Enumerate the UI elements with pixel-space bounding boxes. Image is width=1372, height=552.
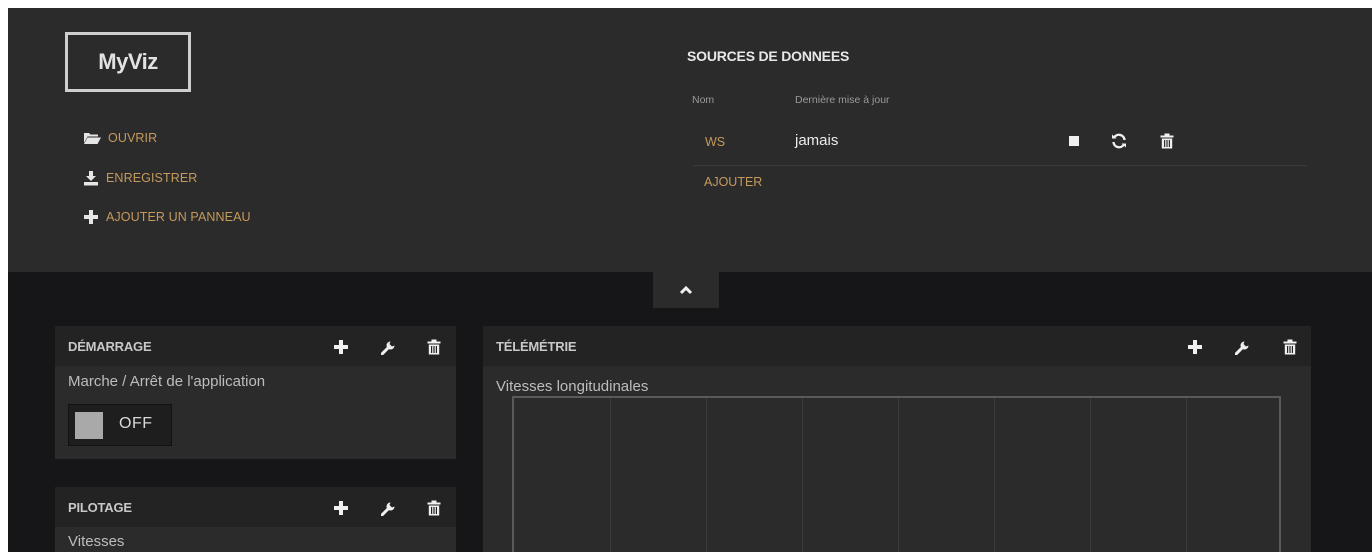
- grid-line: [994, 398, 995, 552]
- add-datasource-button[interactable]: AJOUTER: [704, 175, 762, 189]
- delete-panel-button[interactable]: [425, 499, 443, 517]
- panel-header: TÉLÉMÉTRIE: [483, 326, 1311, 366]
- save-button[interactable]: ENREGISTRER: [83, 169, 197, 187]
- wrench-icon: [1235, 341, 1249, 355]
- folder-open-icon: [84, 133, 101, 144]
- widget-title: Vitesses longitudinales: [496, 378, 649, 395]
- grid-line: [610, 398, 611, 552]
- panel-title: DÉMARRAGE: [68, 339, 152, 354]
- col-update-header: Dernière mise à jour: [795, 94, 890, 106]
- delete-panel-button[interactable]: [1281, 338, 1299, 356]
- wrench-icon: [381, 341, 395, 355]
- grid-line: [802, 398, 803, 552]
- panel-title: PILOTAGE: [68, 500, 132, 515]
- widget-title: Vitesses: [68, 533, 125, 550]
- download-icon: [84, 170, 98, 185]
- add-panel-label: AJOUTER UN PANNEAU: [106, 210, 251, 224]
- trash-icon: [427, 500, 441, 516]
- delete-panel-button[interactable]: [425, 338, 443, 356]
- plus-icon: [334, 501, 348, 515]
- logo: MyViz: [65, 32, 191, 92]
- chevron-up-icon: [679, 285, 693, 295]
- trash-icon[interactable]: [1158, 132, 1176, 150]
- app-toggle-switch[interactable]: OFF: [68, 404, 172, 446]
- panel-settings-button[interactable]: [1234, 338, 1252, 356]
- panel-settings-button[interactable]: [380, 338, 398, 356]
- grid-line: [1186, 398, 1187, 552]
- widget-title: Marche / Arrêt de l'application: [68, 373, 266, 390]
- switch-state-label: OFF: [119, 415, 153, 432]
- stop-icon[interactable]: [1065, 132, 1083, 150]
- panel-settings-button[interactable]: [380, 499, 398, 517]
- add-widget-button[interactable]: [1186, 338, 1204, 356]
- add-widget-button[interactable]: [332, 499, 350, 517]
- panel-title: TÉLÉMÉTRIE: [496, 339, 577, 354]
- grid-line: [706, 398, 707, 552]
- wrench-icon: [381, 502, 395, 516]
- panel-header: DÉMARRAGE: [55, 326, 456, 366]
- datasources-title: SOURCES DE DONNEES: [687, 48, 850, 64]
- app-window: MyViz OUVRIR ENREGISTRER AJOUTER UN PANN…: [8, 8, 1372, 552]
- trash-icon: [427, 339, 441, 355]
- grid-line: [898, 398, 899, 552]
- datasource-divider: [693, 165, 1307, 166]
- plus-icon: [1188, 340, 1202, 354]
- datasource-last-update: jamais: [795, 132, 839, 149]
- trash-icon: [1283, 339, 1297, 355]
- col-name-header: Nom: [692, 94, 715, 106]
- datasource-name[interactable]: WS: [705, 135, 725, 149]
- plus-icon: [84, 210, 98, 224]
- panel-demarrage: DÉMARRAGE Marche / Arrêt de l'applicatio…: [55, 326, 456, 459]
- chart-area: [512, 396, 1281, 552]
- open-label: OUVRIR: [108, 131, 158, 145]
- plus-icon: [334, 340, 348, 354]
- collapse-header-button[interactable]: [653, 272, 719, 308]
- panel-telemetrie: TÉLÉMÉTRIE Vitesses longitudinales: [483, 326, 1311, 552]
- add-panel-button[interactable]: AJOUTER UN PANNEAU: [83, 208, 251, 226]
- open-button[interactable]: OUVRIR: [83, 129, 157, 147]
- save-label: ENREGISTRER: [106, 171, 198, 185]
- refresh-icon[interactable]: [1110, 132, 1128, 150]
- add-widget-button[interactable]: [332, 338, 350, 356]
- grid-line: [1090, 398, 1091, 552]
- panel-pilotage: PILOTAGE Vitesses: [55, 487, 456, 552]
- switch-knob: [75, 412, 103, 439]
- panel-header: PILOTAGE: [55, 487, 456, 527]
- header: MyViz OUVRIR ENREGISTRER AJOUTER UN PANN…: [8, 8, 1372, 272]
